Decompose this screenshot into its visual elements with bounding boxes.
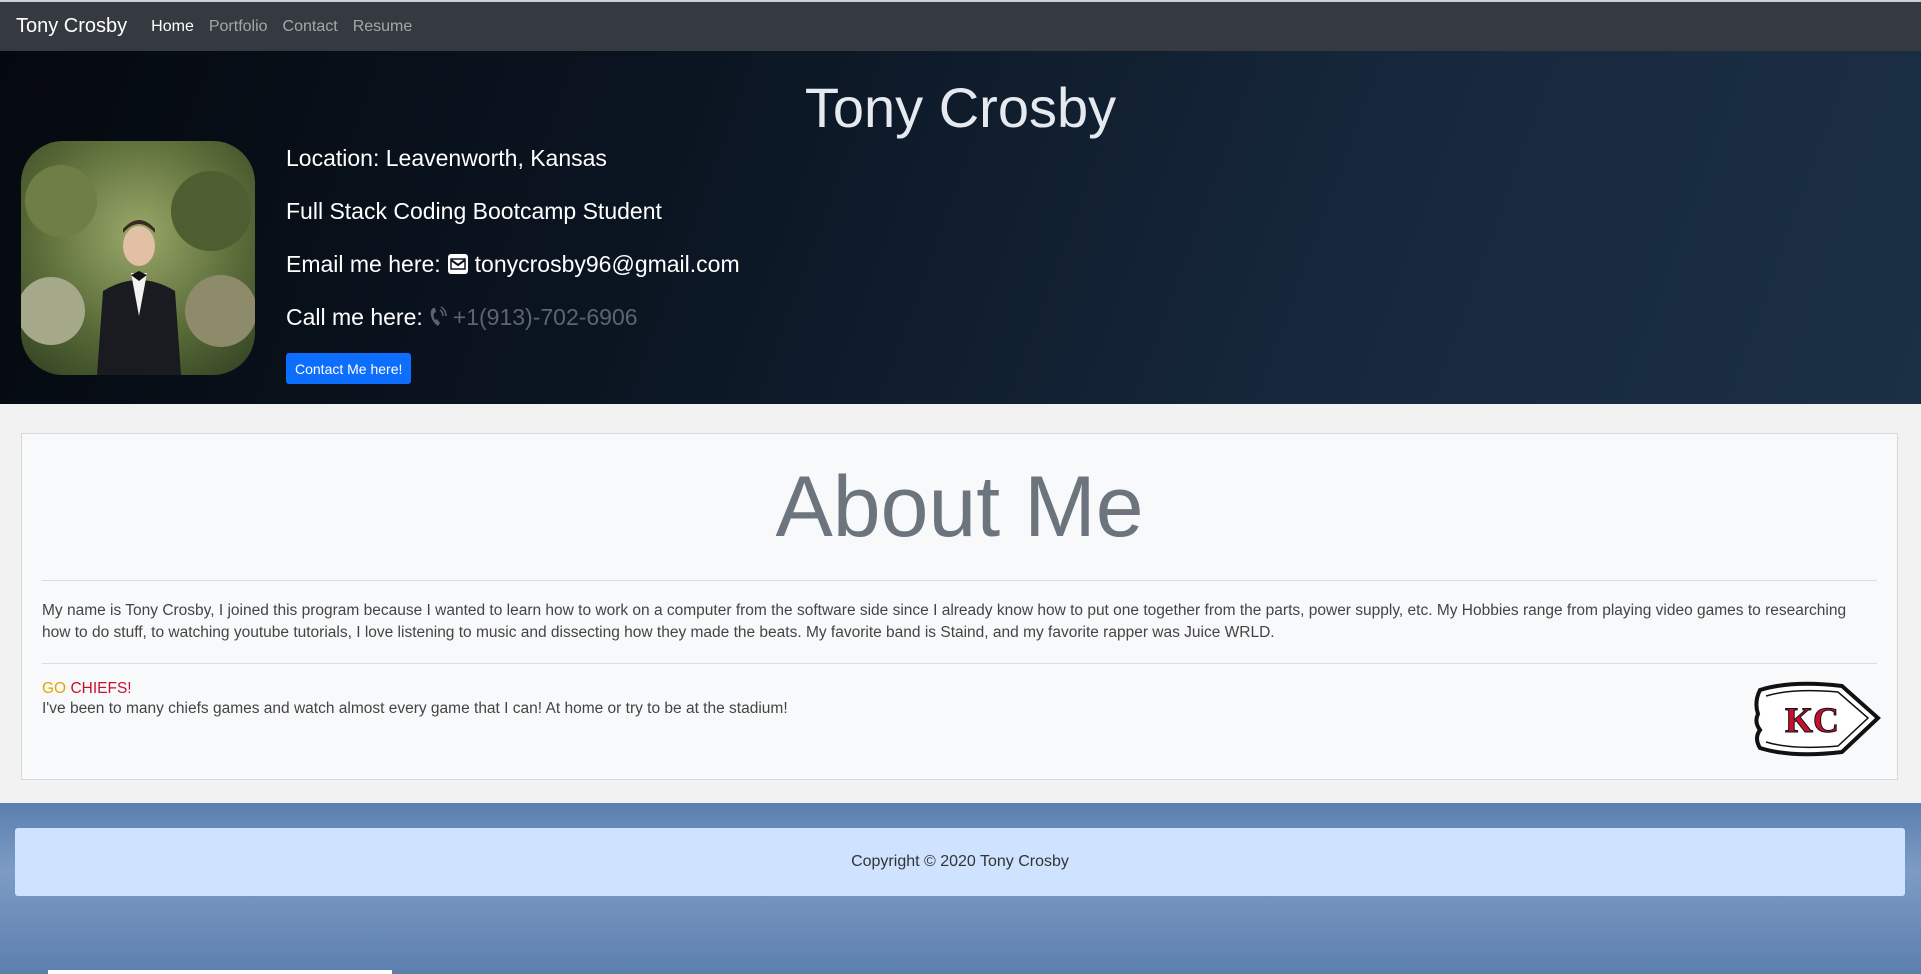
- phone-number: +1(913)-702-6906: [452, 304, 638, 330]
- envelope-icon: [447, 253, 469, 275]
- chiefs-go: GO: [42, 680, 67, 697]
- chiefs-paragraph: I've been to many chiefs games and watch…: [42, 700, 788, 717]
- hero-info: Location: Leavenworth, Kansas Full Stack…: [286, 143, 740, 355]
- role-line: Full Stack Coding Bootcamp Student: [286, 198, 662, 224]
- nav-home[interactable]: Home: [151, 18, 194, 36]
- chiefs-heading: GO CHIEFS!: [42, 680, 132, 698]
- chiefs-name: CHIEFS!: [70, 680, 132, 697]
- avatar: [21, 141, 255, 375]
- contact-me-button[interactable]: Contact Me here!: [286, 353, 412, 384]
- nav-contact[interactable]: Contact: [283, 18, 338, 36]
- kc-logo-text: KC: [1785, 700, 1839, 740]
- about-section: About Me My name is Tony Crosby, I joine…: [0, 404, 1921, 803]
- phone-link[interactable]: +1(913)-702-6906: [429, 302, 638, 332]
- email-label: Email me here:: [286, 251, 441, 277]
- divider: [42, 663, 1877, 664]
- about-title: About Me: [775, 459, 1144, 555]
- bottom-background: Copyright © 2020 Tony Crosby: [0, 803, 1921, 974]
- kc-logo: KC: [1752, 678, 1882, 760]
- phone-line: Call me here: +1(913)-702-6906: [286, 302, 740, 355]
- hero-jumbotron: Tony Crosby Location: Leavenworth, Kansa: [0, 51, 1921, 404]
- divider: [42, 580, 1877, 581]
- nav-portfolio[interactable]: Portfolio: [209, 18, 268, 36]
- phone-icon: [429, 306, 447, 328]
- about-card: About Me My name is Tony Crosby, I joine…: [21, 433, 1898, 780]
- bottom-strip: [48, 970, 392, 974]
- email-link[interactable]: tonycrosby96@gmail.com: [475, 249, 740, 279]
- footer: Copyright © 2020 Tony Crosby: [15, 828, 1905, 896]
- brand-link[interactable]: Tony Crosby: [16, 15, 127, 38]
- nav-resume[interactable]: Resume: [353, 18, 413, 36]
- copyright-text: Copyright © 2020 Tony Crosby: [851, 853, 1069, 870]
- about-paragraph: My name is Tony Crosby, I joined this pr…: [42, 602, 1847, 641]
- hero-title: Tony Crosby: [804, 76, 1117, 139]
- navbar: Tony Crosby Home Portfolio Contact Resum…: [0, 0, 1921, 51]
- email-line: Email me here: tonycrosby96@gmail.com: [286, 249, 740, 302]
- location-line: Location: Leavenworth, Kansas: [286, 145, 607, 171]
- phone-label: Call me here:: [286, 304, 423, 330]
